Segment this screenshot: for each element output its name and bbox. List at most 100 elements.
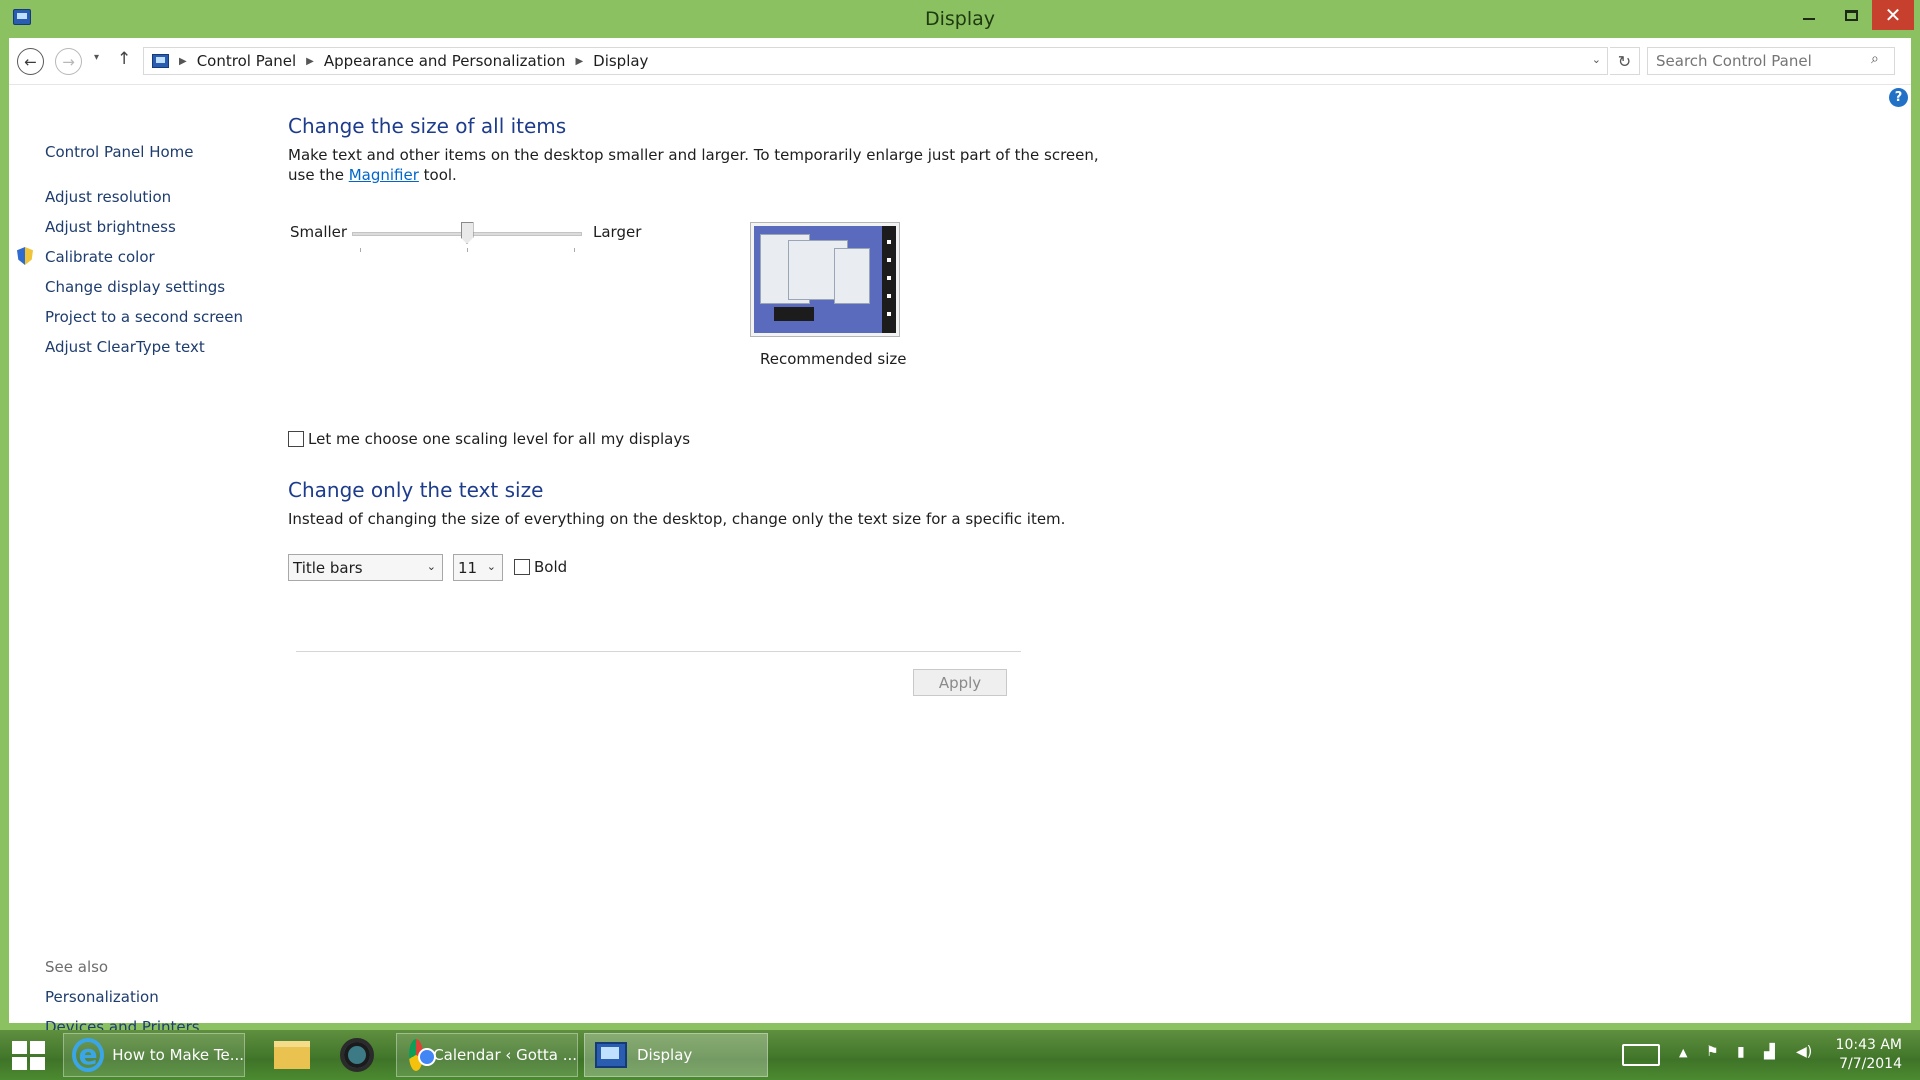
start-button[interactable] bbox=[12, 1041, 46, 1071]
font-size-select[interactable]: 11 ⌄ bbox=[453, 554, 503, 581]
adjust-resolution-link[interactable]: Adjust resolution bbox=[45, 188, 171, 206]
chrome-icon bbox=[409, 1039, 423, 1071]
taskbar-item-label: Calendar ‹ Gotta ... bbox=[433, 1046, 577, 1064]
system-clock[interactable]: 10:43 AM 7/7/2014 bbox=[1826, 1036, 1902, 1074]
preview-taskbar bbox=[882, 226, 896, 333]
show-hidden-icons-icon[interactable]: ▲ bbox=[1679, 1046, 1687, 1059]
breadcrumb-separator-icon[interactable]: ▶ bbox=[575, 56, 583, 67]
taskbar-item-app[interactable] bbox=[334, 1033, 380, 1077]
window-client-area: ← → ▾ ↑ ▶ Control Panel ▶ Appearance and… bbox=[9, 38, 1911, 1023]
control-panel-home-link[interactable]: Control Panel Home bbox=[45, 143, 194, 161]
search-icon[interactable]: ⌕ bbox=[1871, 51, 1879, 67]
control-panel-icon bbox=[152, 54, 169, 68]
display-icon bbox=[595, 1042, 627, 1068]
preview-menu bbox=[774, 307, 814, 321]
address-bar[interactable]: ▶ Control Panel ▶ Appearance and Persona… bbox=[143, 47, 1608, 75]
refresh-icon: ↻ bbox=[1618, 52, 1631, 71]
battery-icon[interactable]: ▮ bbox=[1737, 1044, 1745, 1060]
taskbar-item-file-explorer[interactable] bbox=[262, 1033, 322, 1077]
font-size-value: 11 bbox=[458, 559, 477, 577]
clock-date: 7/7/2014 bbox=[1826, 1055, 1902, 1074]
bold-checkbox[interactable] bbox=[514, 559, 530, 575]
size-description-line1: Make text and other items on the desktop… bbox=[288, 145, 1099, 165]
preview-screen bbox=[754, 226, 896, 333]
chevron-down-icon: ▾ bbox=[94, 52, 99, 63]
maximize-button[interactable] bbox=[1830, 0, 1872, 30]
windows-logo-icon bbox=[30, 1041, 45, 1054]
slider-smaller-label: Smaller bbox=[290, 223, 347, 241]
windows-logo-icon bbox=[30, 1057, 45, 1070]
uac-shield-icon bbox=[17, 247, 33, 265]
taskbar: e How to Make Te... Calendar ‹ Gotta ...… bbox=[0, 1030, 1920, 1080]
project-second-screen-link[interactable]: Project to a second screen bbox=[45, 308, 243, 326]
minimize-icon bbox=[1803, 18, 1815, 20]
text-size-section-title: Change only the text size bbox=[288, 478, 543, 502]
preview-window bbox=[834, 248, 870, 304]
control-panel-window: Display ✕ ← → ▾ ↑ ▶ Control Panel ▶ Appe… bbox=[0, 0, 1920, 1030]
arrow-up-icon: ↑ bbox=[117, 49, 131, 69]
breadcrumb-control-panel[interactable]: Control Panel bbox=[197, 52, 296, 70]
apply-button[interactable]: Apply bbox=[913, 669, 1007, 696]
breadcrumb-separator-icon[interactable]: ▶ bbox=[306, 56, 314, 67]
taskbar-item-ie[interactable]: e How to Make Te... bbox=[63, 1033, 245, 1077]
file-explorer-icon bbox=[274, 1041, 310, 1069]
app-circle-icon bbox=[340, 1038, 374, 1072]
preview-caption: Recommended size bbox=[760, 350, 906, 368]
title-bar[interactable]: Display ✕ bbox=[0, 0, 1920, 38]
calibrate-color-link[interactable]: Calibrate color bbox=[45, 248, 155, 266]
taskbar-item-label: Display bbox=[637, 1046, 692, 1064]
text-size-description: Instead of changing the size of everythi… bbox=[288, 509, 1065, 529]
arrow-right-icon: → bbox=[62, 53, 75, 71]
taskbar-item-chrome[interactable]: Calendar ‹ Gotta ... bbox=[396, 1033, 578, 1077]
scaling-level-label[interactable]: Let me choose one scaling level for all … bbox=[308, 429, 690, 449]
slider-larger-label: Larger bbox=[593, 223, 641, 241]
volume-icon[interactable]: ◀) bbox=[1796, 1044, 1812, 1060]
size-description-line2: use the Magnifier tool. bbox=[288, 165, 457, 185]
search-input[interactable] bbox=[1647, 47, 1895, 75]
navigation-bar: ← → ▾ ↑ ▶ Control Panel ▶ Appearance and… bbox=[9, 38, 1911, 85]
up-button[interactable]: ↑ bbox=[117, 49, 131, 69]
bold-label[interactable]: Bold bbox=[534, 557, 567, 577]
help-icon[interactable]: ? bbox=[1889, 88, 1908, 107]
windows-logo-icon bbox=[12, 1057, 27, 1070]
recent-locations-button[interactable]: ▾ bbox=[94, 52, 99, 63]
close-button[interactable]: ✕ bbox=[1872, 0, 1914, 30]
window-title: Display bbox=[0, 8, 1920, 30]
size-slider-thumb[interactable] bbox=[461, 222, 474, 244]
size-description-prefix: use the bbox=[288, 166, 349, 184]
slider-tick bbox=[574, 248, 575, 252]
arrow-left-icon: ← bbox=[24, 53, 37, 71]
adjust-cleartype-link[interactable]: Adjust ClearType text bbox=[45, 338, 205, 356]
slider-tick bbox=[360, 248, 361, 252]
back-button[interactable]: ← bbox=[17, 48, 44, 75]
preview-dot bbox=[887, 258, 891, 262]
network-signal-icon[interactable]: ▟ bbox=[1764, 1044, 1775, 1060]
address-dropdown-icon[interactable]: ⌄ bbox=[1592, 53, 1601, 66]
magnifier-link[interactable]: Magnifier bbox=[349, 166, 419, 184]
preview-dot bbox=[887, 276, 891, 280]
adjust-brightness-link[interactable]: Adjust brightness bbox=[45, 218, 176, 236]
personalization-link[interactable]: Personalization bbox=[45, 988, 159, 1006]
text-item-select[interactable]: Title bars ⌄ bbox=[288, 554, 443, 581]
windows-logo-icon bbox=[12, 1041, 27, 1054]
size-description-suffix: tool. bbox=[419, 166, 457, 184]
chevron-down-icon: ⌄ bbox=[487, 560, 496, 573]
forward-button[interactable]: → bbox=[55, 48, 82, 75]
action-center-flag-icon[interactable]: ⚑ bbox=[1706, 1044, 1719, 1060]
slider-tick bbox=[467, 248, 468, 252]
minimize-button[interactable] bbox=[1788, 0, 1830, 30]
breadcrumb-display[interactable]: Display bbox=[593, 52, 648, 70]
breadcrumb-separator-icon[interactable]: ▶ bbox=[179, 56, 187, 67]
maximize-icon bbox=[1845, 10, 1858, 21]
clock-time: 10:43 AM bbox=[1826, 1036, 1902, 1055]
refresh-button[interactable]: ↻ bbox=[1610, 47, 1640, 75]
text-item-value: Title bars bbox=[293, 559, 363, 577]
taskbar-item-display[interactable]: Display bbox=[584, 1033, 768, 1077]
size-preview-image bbox=[750, 222, 900, 337]
left-task-pane: Control Panel Home Adjust resolution Adj… bbox=[9, 85, 269, 1023]
change-display-settings-link[interactable]: Change display settings bbox=[45, 278, 225, 296]
breadcrumb-appearance[interactable]: Appearance and Personalization bbox=[324, 52, 566, 70]
chevron-down-icon: ⌄ bbox=[427, 560, 436, 573]
touch-keyboard-icon[interactable] bbox=[1622, 1044, 1660, 1066]
scaling-level-checkbox[interactable] bbox=[288, 431, 304, 447]
